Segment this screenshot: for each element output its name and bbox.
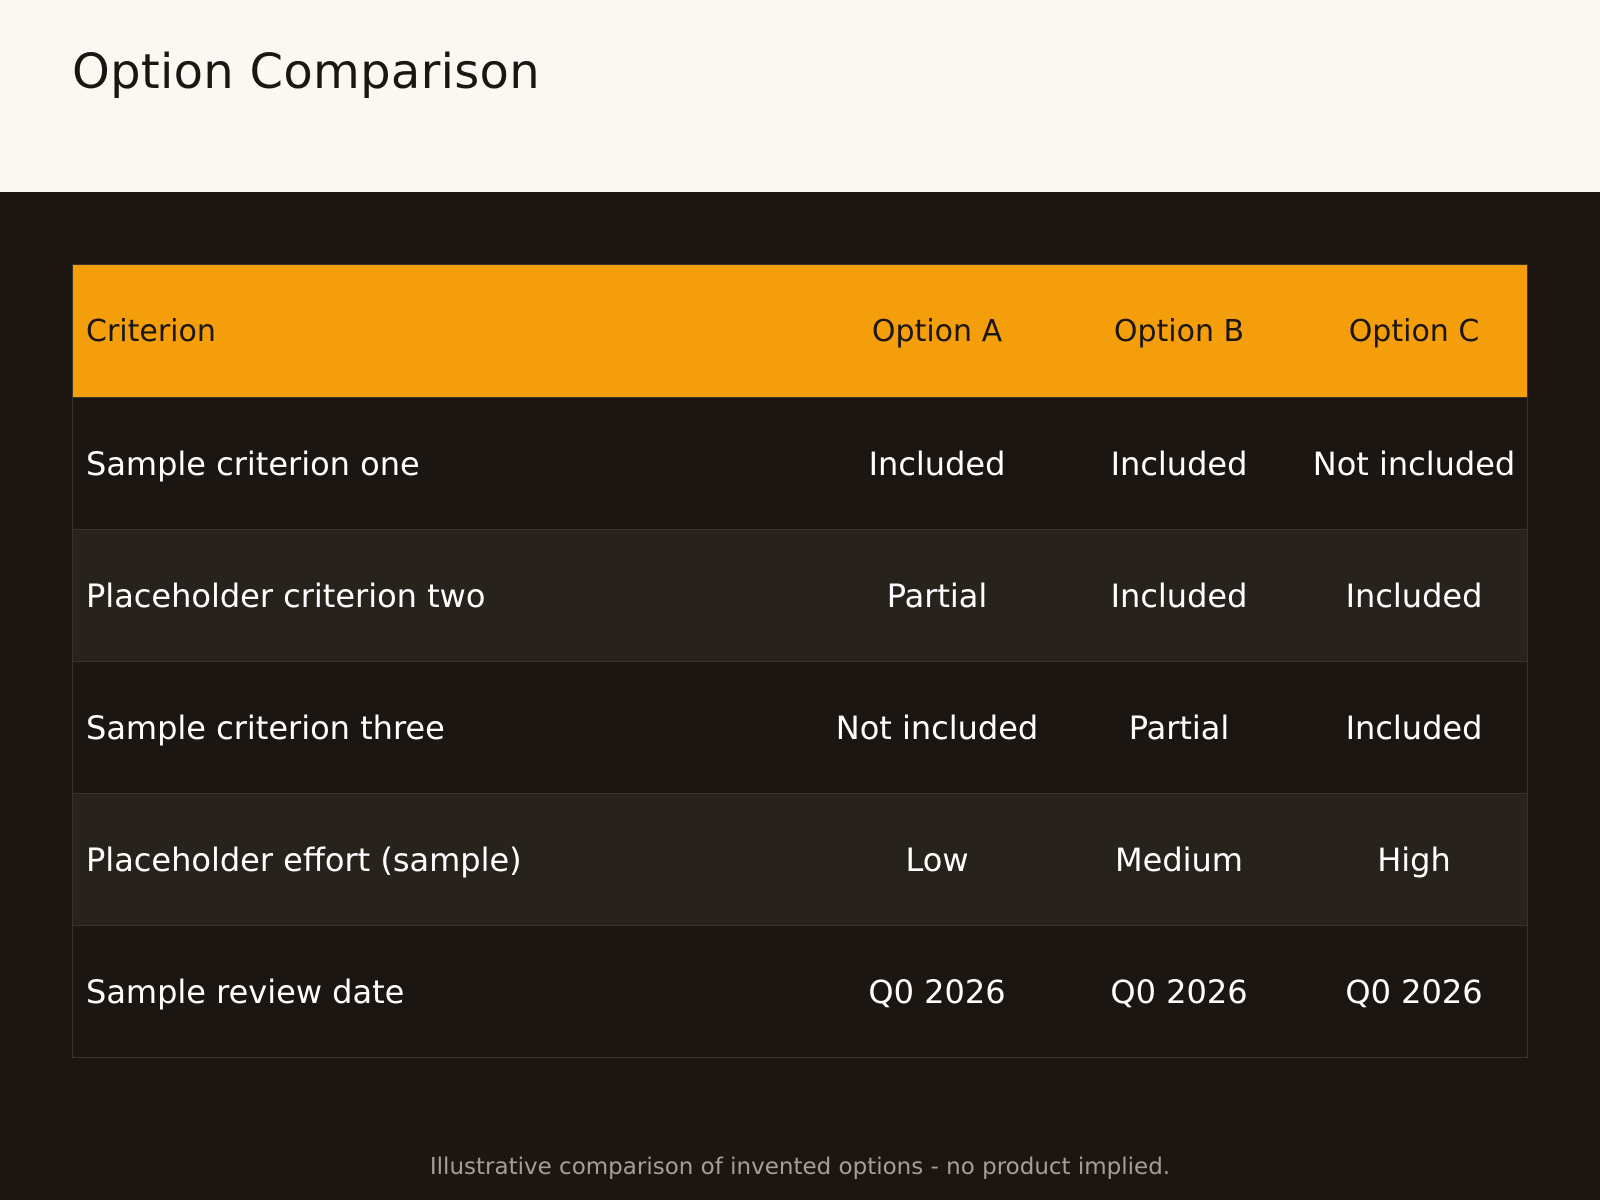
table-body: Sample criterion one Included Included N… — [73, 397, 1527, 1057]
column-header-option-c: Option C — [1301, 265, 1527, 398]
option-a-cell: Not included — [817, 661, 1057, 794]
table-row: Sample review date Q0 2026 Q0 2026 Q0 20… — [73, 925, 1527, 1057]
option-c-cell: Q0 2026 — [1301, 925, 1527, 1057]
criterion-cell: Sample criterion three — [73, 661, 817, 794]
criterion-cell: Placeholder criterion two — [73, 529, 817, 662]
option-b-cell: Partial — [1057, 661, 1301, 794]
criterion-cell: Sample review date — [73, 925, 817, 1057]
option-b-cell: Included — [1057, 397, 1301, 530]
column-header-criterion: Criterion — [73, 265, 817, 398]
option-a-cell: Low — [817, 793, 1057, 926]
criterion-cell: Placeholder effort (sample) — [73, 793, 817, 926]
option-c-cell: Not included — [1301, 397, 1527, 530]
table-row: Sample criterion one Included Included N… — [73, 397, 1527, 530]
option-c-cell: Included — [1301, 529, 1527, 662]
table-header: Criterion Option A Option B Option C — [73, 265, 1527, 398]
option-a-cell: Included — [817, 397, 1057, 530]
option-c-cell: Included — [1301, 661, 1527, 794]
option-a-cell: Partial — [817, 529, 1057, 662]
column-header-option-a: Option A — [817, 265, 1057, 398]
table-row: Placeholder criterion two Partial Includ… — [73, 529, 1527, 662]
table-row: Placeholder effort (sample) Low Medium H… — [73, 793, 1527, 926]
option-c-cell: High — [1301, 793, 1527, 926]
table-row: Sample criterion three Not included Part… — [73, 661, 1527, 794]
footnote: Illustrative comparison of invented opti… — [429, 1154, 1171, 1180]
header-band: Option Comparison — [0, 0, 1600, 192]
comparison-table: Criterion Option A Option B Option C Sam… — [72, 264, 1528, 1058]
header-row: Criterion Option A Option B Option C — [73, 265, 1527, 398]
comparison-table-grid: Criterion Option A Option B Option C Sam… — [73, 265, 1527, 1057]
option-b-cell: Medium — [1057, 793, 1301, 926]
column-header-option-b: Option B — [1057, 265, 1301, 398]
page-title: Option Comparison — [72, 44, 540, 100]
criterion-cell: Sample criterion one — [73, 397, 817, 530]
option-a-cell: Q0 2026 — [817, 925, 1057, 1057]
option-b-cell: Included — [1057, 529, 1301, 662]
option-b-cell: Q0 2026 — [1057, 925, 1301, 1057]
